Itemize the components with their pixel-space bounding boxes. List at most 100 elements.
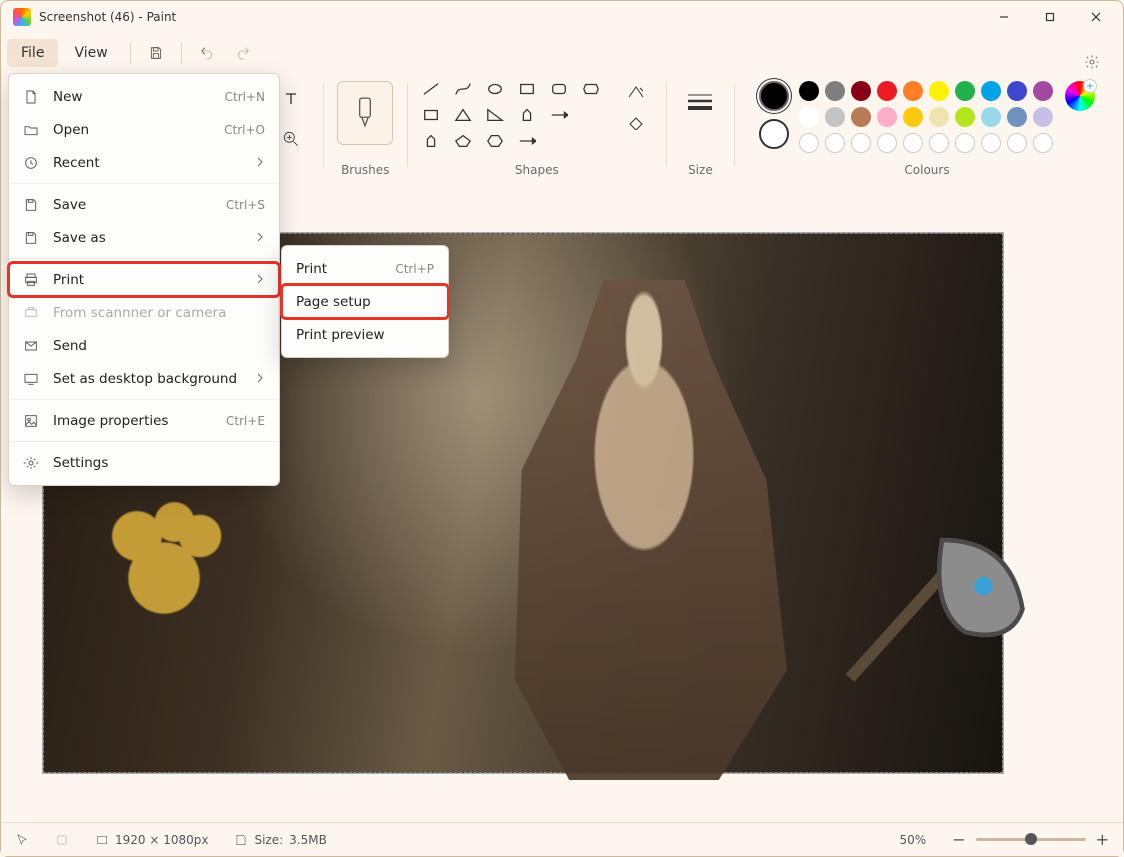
file-save[interactable]: Save Ctrl+S — [9, 188, 279, 221]
scanner-icon — [23, 305, 39, 321]
color-swatch-empty[interactable] — [799, 133, 819, 153]
color-swatch[interactable] — [903, 107, 923, 127]
color-swatch[interactable] — [799, 107, 819, 127]
minimize-button[interactable] — [981, 1, 1027, 33]
group-brushes: Brushes — [327, 77, 403, 185]
dimensions-indicator: 1920 × 1080px — [95, 833, 208, 847]
submenu-print-preview[interactable]: Print preview — [282, 318, 448, 351]
color-swatch[interactable] — [877, 107, 897, 127]
file-save-as[interactable]: Save as — [9, 221, 279, 254]
open-folder-icon — [23, 122, 39, 138]
file-menu-dropdown: New Ctrl+N Open Ctrl+O Recent Save Ctrl+… — [8, 73, 280, 486]
color-swatch-empty[interactable] — [1033, 133, 1053, 153]
menu-file[interactable]: File — [7, 39, 58, 67]
color-swatch-empty[interactable] — [929, 133, 949, 153]
submenu-print[interactable]: Print Ctrl+P — [282, 252, 448, 285]
colours-label: Colours — [904, 163, 949, 181]
chevron-right-icon — [255, 155, 265, 171]
color-swatch[interactable] — [903, 81, 923, 101]
color-swatch[interactable] — [955, 107, 975, 127]
color-swatch[interactable] — [955, 81, 975, 101]
maximize-button[interactable] — [1027, 1, 1073, 33]
file-desktop-label: Set as desktop background — [53, 371, 237, 387]
desktop-icon — [23, 371, 39, 387]
menu-view[interactable]: View — [60, 39, 121, 67]
color-swatch[interactable] — [1033, 107, 1053, 127]
color-swatch-empty[interactable] — [825, 133, 845, 153]
new-file-icon — [23, 89, 39, 105]
save-as-icon — [23, 230, 39, 246]
size-value: 3.5MB — [289, 833, 327, 847]
filesize-indicator: Size: 3.5MB — [234, 833, 326, 847]
submenu-preview-label: Print preview — [296, 327, 385, 343]
shape-outline-dropdown[interactable] — [620, 81, 652, 103]
color-swatch[interactable] — [1033, 81, 1053, 101]
file-open-label: Open — [53, 122, 89, 138]
file-desktop-bg[interactable]: Set as desktop background — [9, 362, 279, 395]
secondary-color[interactable] — [759, 119, 789, 149]
color-swatch[interactable] — [929, 81, 949, 101]
shape-fill-dropdown[interactable] — [620, 109, 652, 131]
file-settings[interactable]: Settings — [9, 446, 279, 479]
zoom-slider[interactable] — [976, 838, 1086, 841]
file-send[interactable]: Send — [9, 329, 279, 362]
color-swatch[interactable] — [1007, 107, 1027, 127]
file-scanner: From scannner or camera — [9, 296, 279, 329]
print-submenu: Print Ctrl+P Page setup Print preview — [281, 245, 449, 358]
file-new-shortcut: Ctrl+N — [225, 90, 265, 104]
color-swatch-empty[interactable] — [903, 133, 923, 153]
file-open-shortcut: Ctrl+O — [224, 123, 265, 137]
selection-indicator-icon — [55, 833, 69, 847]
file-print[interactable]: Print — [9, 263, 279, 296]
print-icon — [23, 272, 39, 288]
file-recent[interactable]: Recent — [9, 146, 279, 179]
color-swatch-empty[interactable] — [955, 133, 975, 153]
close-button[interactable] — [1073, 1, 1119, 33]
menu-bar: File View — [1, 33, 1123, 73]
color-swatch[interactable] — [1007, 81, 1027, 101]
file-save-label: Save — [53, 197, 86, 213]
color-swatch-empty[interactable] — [1007, 133, 1027, 153]
color-swatch[interactable] — [981, 81, 1001, 101]
color-swatch[interactable] — [825, 107, 845, 127]
file-save-as-label: Save as — [53, 230, 106, 246]
submenu-print-label: Print — [296, 261, 327, 277]
color-swatch-empty[interactable] — [877, 133, 897, 153]
color-swatch[interactable] — [981, 107, 1001, 127]
primary-color[interactable] — [759, 81, 789, 111]
brushes-dropdown[interactable] — [337, 81, 393, 145]
chevron-right-icon — [255, 272, 265, 288]
zoom-out-button[interactable]: − — [952, 830, 965, 849]
file-properties[interactable]: Image properties Ctrl+E — [9, 404, 279, 437]
color-swatch[interactable] — [851, 81, 871, 101]
size-dropdown[interactable] — [680, 81, 720, 121]
undo-icon[interactable] — [190, 36, 224, 70]
zoom-in-button[interactable]: + — [1096, 830, 1109, 849]
brushes-label: Brushes — [341, 163, 389, 181]
file-open[interactable]: Open Ctrl+O — [9, 113, 279, 146]
edit-colors-button[interactable] — [1065, 81, 1095, 111]
file-send-label: Send — [53, 338, 87, 354]
submenu-page-setup[interactable]: Page setup — [282, 285, 448, 318]
separator — [181, 42, 182, 64]
color-swatch-empty[interactable] — [981, 133, 1001, 153]
shapes-gallery[interactable] — [422, 81, 610, 155]
redo-icon[interactable] — [226, 36, 260, 70]
color-swatch[interactable] — [799, 81, 819, 101]
color-swatch[interactable] — [851, 107, 871, 127]
color-swatch[interactable] — [877, 81, 897, 101]
color-swatch[interactable] — [929, 107, 949, 127]
save-icon[interactable] — [139, 36, 173, 70]
cursor-tool-icon — [15, 833, 29, 847]
save-icon — [23, 197, 39, 213]
chevron-right-icon — [255, 371, 265, 387]
color-swatch[interactable] — [825, 81, 845, 101]
zoom-percent: 50% — [900, 833, 927, 847]
color-palette[interactable] — [799, 81, 1055, 155]
chevron-right-icon — [255, 230, 265, 246]
group-shapes: Shapes — [412, 77, 662, 185]
gear-icon — [23, 455, 39, 471]
file-new[interactable]: New Ctrl+N — [9, 80, 279, 113]
color-swatch-empty[interactable] — [851, 133, 871, 153]
paint-app-icon — [13, 8, 31, 26]
